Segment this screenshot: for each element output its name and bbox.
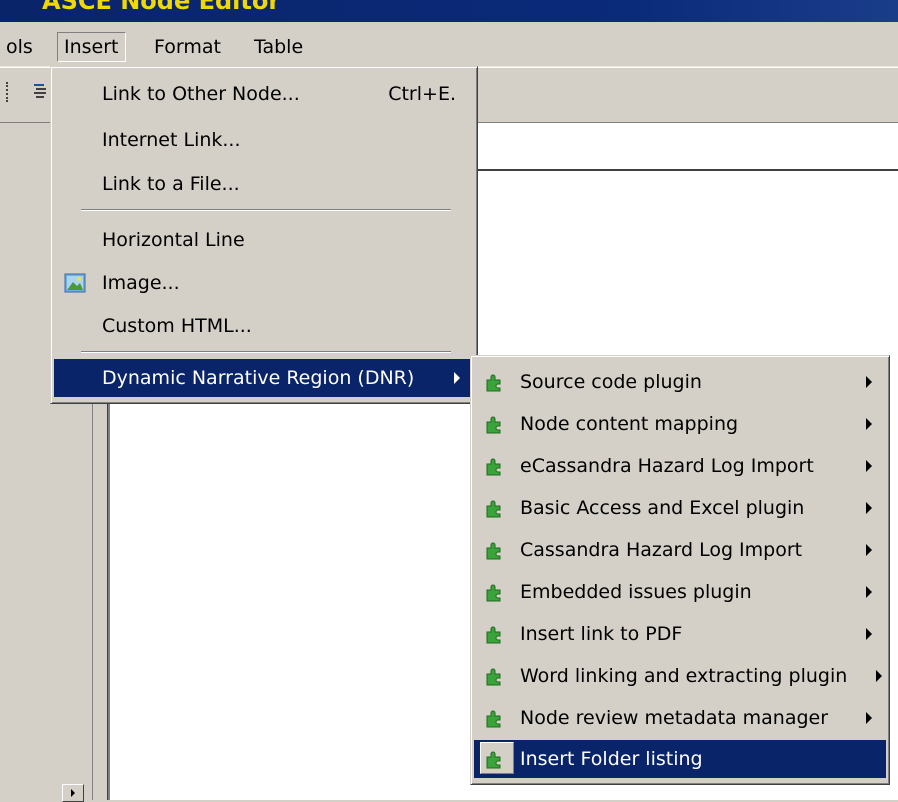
menu-item-link-to-file[interactable]: Link to a File... <box>54 165 474 203</box>
submenu-arrow-icon <box>454 372 460 384</box>
menu-item-embedded-issues[interactable]: Embedded issues plugin <box>474 573 886 611</box>
submenu-arrow-icon <box>866 376 872 388</box>
puzzle-plugin-icon <box>486 500 501 518</box>
dnr-submenu: Source code plugin Node content mapping … <box>470 355 890 785</box>
menu-item-label: Word linking and extracting plugin <box>520 665 848 687</box>
menu-item-internet-link[interactable]: Internet Link... <box>54 121 474 159</box>
menu-item-basic-access-excel[interactable]: Basic Access and Excel plugin <box>474 489 886 527</box>
puzzle-plugin-icon <box>486 710 501 728</box>
insert-menu: Link to Other Node... Ctrl+E. Internet L… <box>50 66 478 404</box>
menu-item-node-content-mapping[interactable]: Node content mapping <box>474 405 886 443</box>
menu-item-label: Node content mapping <box>520 413 739 435</box>
menu-item-source-code-plugin[interactable]: Source code plugin <box>474 363 886 401</box>
submenu-arrow-icon <box>866 418 872 430</box>
arrow-right-icon <box>71 789 75 797</box>
menu-item-label: Dynamic Narrative Region (DNR) <box>102 367 415 389</box>
submenu-arrow-icon <box>866 712 872 724</box>
menu-item-word-linking[interactable]: Word linking and extracting plugin <box>474 657 886 695</box>
menu-item-label: Embedded issues plugin <box>520 581 752 603</box>
puzzle-plugin-icon <box>486 458 501 476</box>
submenu-arrow-icon <box>866 628 872 640</box>
puzzle-plugin-icon <box>486 668 501 686</box>
submenu-arrow-icon <box>866 544 872 556</box>
puzzle-plugin-icon <box>486 751 501 769</box>
puzzle-plugin-icon <box>486 374 501 392</box>
menu-item-label: Source code plugin <box>520 371 702 393</box>
puzzle-plugin-icon <box>486 626 501 644</box>
menu-item-label: Basic Access and Excel plugin <box>520 497 805 519</box>
title-bar: ASCE Node Editor <box>0 0 898 22</box>
align-icon[interactable] <box>32 82 50 100</box>
submenu-arrow-icon <box>876 670 882 682</box>
menu-separator <box>81 209 451 211</box>
menu-item-link-to-other-node[interactable]: Link to Other Node... Ctrl+E. <box>54 75 474 113</box>
menu-item-shortcut: Ctrl+E. <box>388 83 456 105</box>
menu-item-label: Image... <box>102 272 180 294</box>
scroll-right-button[interactable] <box>62 784 84 802</box>
menu-format[interactable]: Format <box>148 33 227 61</box>
menu-tools[interactable]: ols <box>0 33 39 61</box>
menu-item-label: Custom HTML... <box>102 315 252 337</box>
menu-item-label: Cassandra Hazard Log Import <box>520 539 803 561</box>
puzzle-plugin-icon <box>486 416 501 434</box>
menu-item-label: Horizontal Line <box>102 229 245 251</box>
submenu-arrow-icon <box>866 460 872 472</box>
menu-item-label: Insert link to PDF <box>520 623 683 645</box>
menu-item-insert-link-pdf[interactable]: Insert link to PDF <box>474 615 886 653</box>
menu-item-image[interactable]: Image... <box>54 264 474 302</box>
menu-item-node-review-metadata[interactable]: Node review metadata manager <box>474 699 886 737</box>
submenu-arrow-icon <box>866 502 872 514</box>
menu-item-label: Link to a File... <box>102 173 240 195</box>
menu-table[interactable]: Table <box>248 33 309 61</box>
menu-item-horizontal-line[interactable]: Horizontal Line <box>54 221 474 259</box>
puzzle-plugin-icon <box>486 584 501 602</box>
submenu-arrow-icon <box>866 586 872 598</box>
menu-separator <box>81 351 451 353</box>
puzzle-plugin-icon <box>486 542 501 560</box>
menu-item-label: Insert Folder listing <box>520 748 703 770</box>
window-title: ASCE Node Editor <box>42 0 281 15</box>
toolbar-grip <box>0 82 8 102</box>
menu-item-cassandra-import[interactable]: Cassandra Hazard Log Import <box>474 531 886 569</box>
menu-item-custom-html[interactable]: Custom HTML... <box>54 307 474 345</box>
menu-item-dnr[interactable]: Dynamic Narrative Region (DNR) <box>54 359 474 397</box>
menu-item-label: eCassandra Hazard Log Import <box>520 455 814 477</box>
menu-bar: ols Insert Format Table <box>0 22 898 67</box>
menu-insert[interactable]: Insert <box>57 32 126 62</box>
image-icon <box>64 273 86 293</box>
menu-item-label: Internet Link... <box>102 129 241 151</box>
menu-item-label: Node review metadata manager <box>520 707 829 729</box>
menu-item-ecassandra-import[interactable]: eCassandra Hazard Log Import <box>474 447 886 485</box>
menu-item-label: Link to Other Node... <box>102 83 300 105</box>
menu-item-insert-folder-listing[interactable]: Insert Folder listing <box>474 740 886 778</box>
